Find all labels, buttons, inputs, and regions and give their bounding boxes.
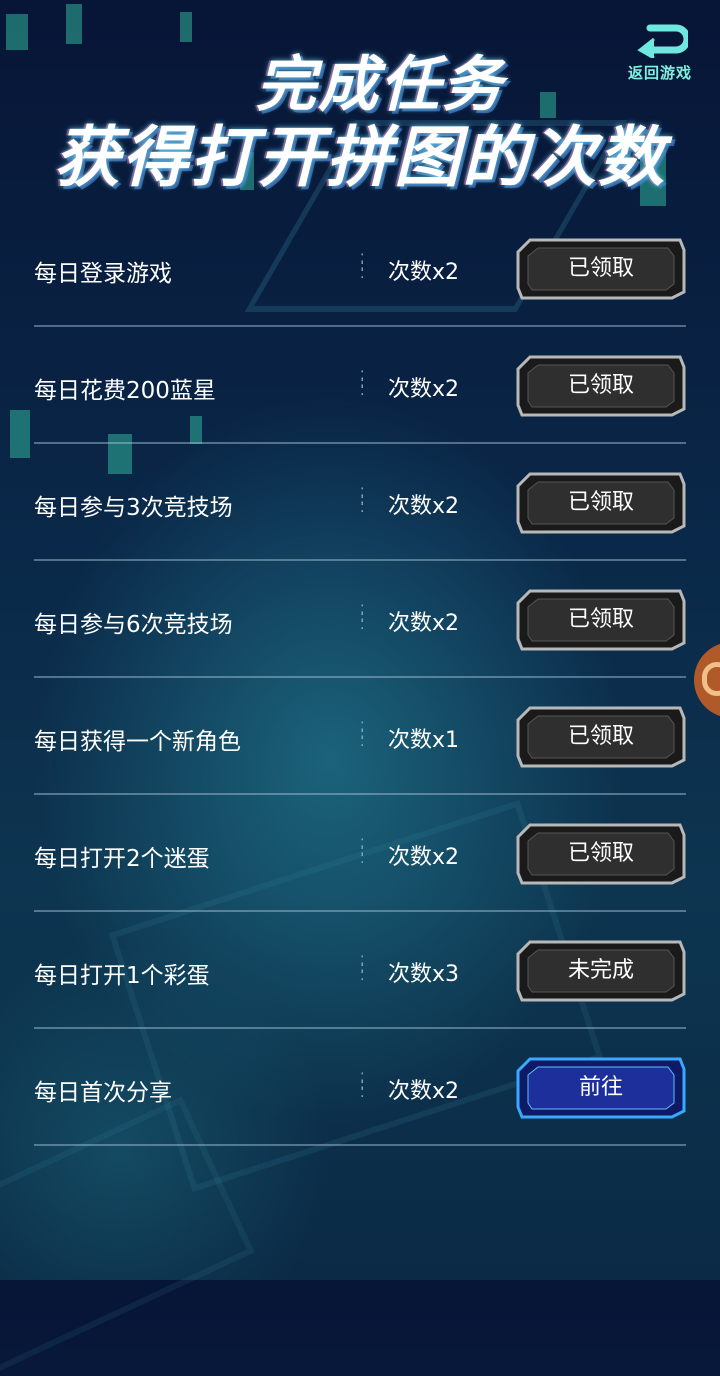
- button-label: 已领取: [567, 607, 634, 632]
- task-row: 每日参与3次竞技场 ⁚ ⁚ ⁚ 次数x2 已领取: [34, 444, 686, 561]
- task-name: 每日首次分享: [34, 1080, 172, 1106]
- heart-icon: [702, 662, 720, 696]
- task-row: 每日获得一个新角色 ⁚ ⁚ ⁚ 次数x1 已领取: [34, 678, 686, 795]
- task-reward: 次数x1: [388, 728, 460, 753]
- task-reward: 次数x2: [388, 845, 460, 870]
- task-name: 每日登录游戏: [34, 261, 172, 287]
- task-name: 每日花费200蓝星: [34, 378, 216, 404]
- dots-divider-icon: ⁚ ⁚ ⁚: [360, 369, 366, 399]
- claimed-button[interactable]: 已领取: [516, 238, 686, 300]
- floating-side-button[interactable]: [694, 642, 720, 718]
- task-name: 每日参与6次竞技场: [34, 612, 233, 638]
- dots-divider-icon: ⁚ ⁚ ⁚: [360, 720, 366, 750]
- task-name: 每日获得一个新角色: [34, 729, 241, 755]
- claimed-button[interactable]: 已领取: [516, 823, 686, 885]
- task-row: 每日花费200蓝星 ⁚ ⁚ ⁚ 次数x2 已领取: [34, 327, 686, 444]
- claimed-button[interactable]: 已领取: [516, 355, 686, 417]
- page-title-line2: 获得打开拼图的次数: [54, 119, 666, 196]
- task-row: 每日登录游戏 ⁚ ⁚ ⁚ 次数x2 已领取: [34, 210, 686, 327]
- task-list: 每日登录游戏 ⁚ ⁚ ⁚ 次数x2 已领取 每日花费200蓝星 ⁚ ⁚ ⁚ 次数x2 已…: [34, 210, 686, 1146]
- task-reward: 次数x2: [388, 377, 460, 402]
- dots-divider-icon: ⁚ ⁚ ⁚: [360, 252, 366, 282]
- dots-divider-icon: ⁚ ⁚ ⁚: [360, 603, 366, 633]
- task-name: 每日打开2个迷蛋: [34, 846, 210, 872]
- task-name: 每日打开1个彩蛋: [34, 963, 210, 989]
- task-row: 每日首次分享 ⁚ ⁚ ⁚ 次数x2 前往: [34, 1029, 686, 1146]
- back-to-game-button[interactable]: 返回游戏: [618, 20, 702, 86]
- task-reward: 次数x2: [388, 611, 460, 636]
- back-to-game-label: 返回游戏: [627, 64, 692, 82]
- go-button[interactable]: 前往: [516, 1057, 686, 1119]
- button-label: 已领取: [567, 256, 634, 281]
- task-row: 每日参与6次竞技场 ⁚ ⁚ ⁚ 次数x2 已领取: [34, 561, 686, 678]
- button-label: 已领取: [567, 490, 634, 515]
- dots-divider-icon: ⁚ ⁚ ⁚: [360, 837, 366, 867]
- dots-divider-icon: ⁚ ⁚ ⁚: [360, 1071, 366, 1101]
- button-label: 已领取: [567, 724, 634, 749]
- claimed-button[interactable]: 已领取: [516, 706, 686, 768]
- claimed-button[interactable]: 已领取: [516, 589, 686, 651]
- claimed-button[interactable]: 已领取: [516, 472, 686, 534]
- task-reward: 次数x2: [388, 260, 460, 285]
- task-name: 每日参与3次竞技场: [34, 495, 233, 521]
- dots-divider-icon: ⁚ ⁚ ⁚: [360, 954, 366, 984]
- incomplete-button[interactable]: 未完成: [516, 940, 686, 1002]
- button-label: 未完成: [567, 958, 634, 983]
- task-reward: 次数x2: [388, 494, 460, 519]
- return-arrow-icon: [637, 24, 688, 58]
- task-reward: 次数x2: [388, 1079, 460, 1104]
- button-label: 已领取: [567, 373, 634, 398]
- task-reward: 次数x3: [388, 962, 460, 987]
- task-row: 每日打开2个迷蛋 ⁚ ⁚ ⁚ 次数x2 已领取: [34, 795, 686, 912]
- task-row: 每日打开1个彩蛋 ⁚ ⁚ ⁚ 次数x3 未完成: [34, 912, 686, 1029]
- dots-divider-icon: ⁚ ⁚ ⁚: [360, 486, 366, 516]
- button-label: 前往: [578, 1075, 623, 1100]
- button-label: 已领取: [567, 841, 634, 866]
